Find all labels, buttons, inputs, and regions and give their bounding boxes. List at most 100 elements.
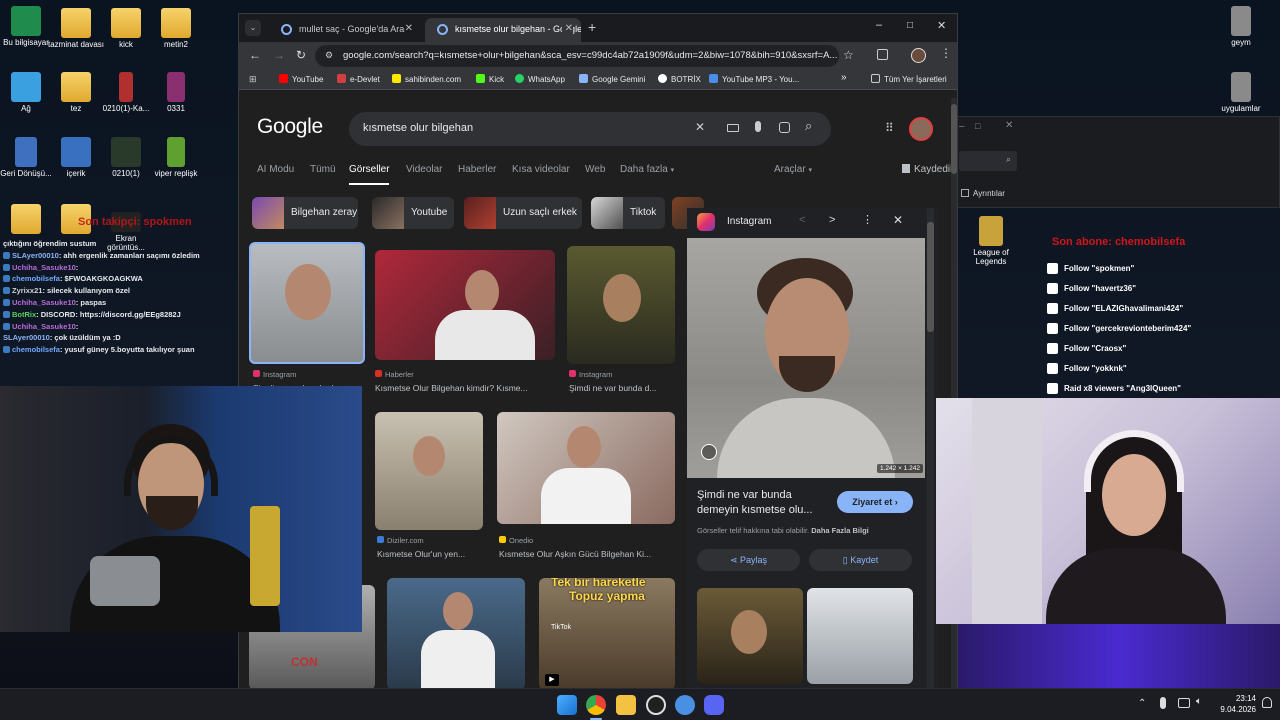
back-icon[interactable]: ← — [249, 48, 261, 62]
browser-menu-icon[interactable]: ⋮ — [940, 46, 952, 60]
prev-arrow-icon[interactable]: < — [799, 214, 805, 226]
bookmark-botrix[interactable]: BOTRİX — [658, 74, 701, 84]
nav-short-videos[interactable]: Kısa videolar — [512, 164, 570, 175]
desktop-icon-geym[interactable]: geym — [1211, 6, 1271, 48]
tab-kismetse[interactable]: kısmetse olur bilgehan - Google ✕ — [425, 18, 581, 42]
extensions-icon[interactable] — [877, 49, 888, 60]
window-maximize-icon[interactable]: □ — [907, 20, 913, 31]
tray-chevron-icon[interactable]: ⌃ — [1138, 698, 1146, 709]
window-minimize-icon[interactable]: – — [876, 19, 882, 31]
panel-menu-icon[interactable]: ⋮ — [862, 213, 873, 226]
related-image-1[interactable] — [697, 588, 803, 684]
bookmark-whatsapp[interactable]: WhatsApp — [515, 74, 565, 84]
nav-all[interactable]: Tümü — [310, 164, 336, 175]
next-arrow-icon[interactable]: > — [829, 214, 835, 226]
play-icon[interactable]: ▶ — [545, 674, 559, 686]
microphone-icon[interactable] — [755, 121, 761, 132]
google-logo[interactable]: Google — [257, 115, 323, 139]
all-bookmarks[interactable]: Tüm Yer İşaretleri — [871, 74, 947, 84]
result-image-2[interactable] — [375, 250, 555, 360]
bookmark-sahibinden[interactable]: sahibinden.com — [392, 74, 461, 84]
chrome-icon[interactable] — [586, 695, 606, 715]
bookmark-gemini[interactable]: Google Gemini — [579, 74, 645, 84]
result-image-7[interactable] — [387, 578, 525, 688]
nav-web[interactable]: Web — [585, 164, 605, 175]
close-tab-icon[interactable]: ✕ — [405, 23, 413, 34]
app-icon[interactable] — [675, 695, 695, 715]
scrollbar-thumb[interactable] — [927, 222, 934, 332]
apps-icon[interactable]: ⊞ — [249, 74, 257, 85]
clear-search-icon[interactable]: ✕ — [695, 120, 705, 134]
nav-news[interactable]: Haberler — [458, 164, 496, 175]
saved-button[interactable]: Kaydedilenler — [902, 164, 957, 175]
close-icon[interactable]: ✕ — [1005, 120, 1013, 131]
desktop-icon-uygulamlar[interactable]: uygulamlar — [1211, 72, 1271, 114]
tray-volume-icon[interactable]: 🔈︎ — [1196, 696, 1202, 707]
file-explorer-icon[interactable] — [616, 695, 636, 715]
tools-button[interactable]: Araçlar ▾ — [774, 164, 812, 175]
bookmark-youtube[interactable]: YouTube — [279, 74, 323, 84]
search-input[interactable]: kısmetse olur bilgehan ✕ ⌕ — [349, 112, 831, 146]
desktop-icon-lol[interactable]: League of Legends — [961, 216, 1021, 267]
tab-search-button[interactable]: ⌄ — [245, 20, 261, 36]
panel-scrollbar[interactable] — [927, 208, 934, 688]
result-image-5[interactable] — [497, 412, 675, 524]
chip-uzun-sacli[interactable]: Uzun saçlı erkek — [464, 197, 582, 229]
desktop-icon-0331[interactable]: 0331 — [146, 72, 206, 114]
nav-more[interactable]: Daha fazla ▾ — [620, 164, 674, 175]
tray-network-icon[interactable] — [1178, 698, 1190, 708]
address-bar[interactable]: ⚙ google.com/search?q=kısmetse+olur+bilg… — [315, 45, 839, 67]
close-tab-icon[interactable]: ✕ — [561, 23, 573, 34]
panel-close-icon[interactable]: ✕ — [893, 213, 903, 227]
tray-mic-icon[interactable] — [1160, 697, 1166, 709]
notification-bell-icon[interactable] — [1262, 697, 1272, 708]
panel-title[interactable]: Şimdi ne var bunda demeyin kısmetse olu.… — [697, 488, 827, 518]
profile-avatar[interactable] — [911, 48, 926, 63]
visit-button[interactable]: Ziyaret et › — [837, 491, 913, 513]
google-apps-icon[interactable]: ⠿ — [885, 121, 894, 135]
background-search-box[interactable]: ⌕ — [959, 151, 1017, 171]
obs-icon[interactable] — [646, 695, 666, 715]
chip-youtube[interactable]: Youtube — [372, 197, 454, 229]
nav-images[interactable]: Görseller — [349, 164, 390, 175]
tab-mullet[interactable]: mullet saç - Google'da Ara ✕ — [269, 18, 421, 42]
minimize-icon[interactable]: – — [959, 121, 965, 132]
account-avatar[interactable] — [909, 117, 933, 141]
more-info-link[interactable]: Daha Fazla Bilgi — [811, 526, 869, 535]
result-image-tiktok[interactable]: Tek bir hareketle Topuz yapma TikTok ▶ — [539, 578, 675, 688]
result-image-4[interactable] — [375, 412, 483, 530]
bookmark-ytmp3[interactable]: YouTube MP3 - You... — [709, 74, 799, 84]
lens-search-icon[interactable] — [701, 444, 717, 460]
details-toggle[interactable]: Ayrıntılar — [961, 189, 1005, 198]
nav-ai-mode[interactable]: AI Modu — [257, 164, 294, 175]
bookmark-edevlet[interactable]: e-Devlet — [337, 74, 380, 84]
scrollbar-thumb[interactable] — [951, 104, 957, 174]
window-close-icon[interactable]: ✕ — [937, 19, 946, 32]
panel-main-image[interactable]: 1.242 × 1.242 — [687, 238, 925, 478]
bookmark-kick[interactable]: Kick — [476, 74, 504, 84]
start-icon[interactable] — [557, 695, 577, 715]
search-icon[interactable]: ⌕ — [805, 118, 812, 134]
details-label: Ayrıntılar — [973, 189, 1005, 198]
share-button[interactable]: ⋖ Paylaş — [697, 549, 800, 571]
desktop-icon-viper[interactable]: viper replişk — [146, 137, 206, 179]
instagram-icon — [697, 213, 715, 231]
discord-icon[interactable] — [704, 695, 724, 715]
lens-icon[interactable] — [779, 122, 790, 133]
nav-videos[interactable]: Videolar — [406, 164, 443, 175]
new-tab-button[interactable]: + — [588, 19, 596, 35]
save-button[interactable]: ▯ Kaydet — [809, 549, 912, 571]
chip-tiktok[interactable]: Tiktok — [591, 197, 665, 229]
bookmark-star-icon[interactable]: ☆ — [843, 48, 854, 62]
maximize-icon[interactable]: □ — [975, 121, 980, 131]
related-image-2[interactable] — [807, 588, 913, 684]
forward-icon[interactable]: → — [273, 48, 285, 62]
desktop-icon-metin2[interactable]: metin2 — [146, 8, 206, 50]
result-image-3[interactable] — [567, 246, 675, 364]
keyboard-icon[interactable] — [727, 124, 739, 132]
bookmarks-overflow-button[interactable]: » — [841, 72, 847, 83]
result-image-1[interactable] — [249, 242, 365, 364]
reload-icon[interactable]: ↻ — [296, 48, 306, 62]
chip-bilgehan-zeray[interactable]: Bilgehan zeray — [252, 197, 358, 229]
clock[interactable]: 23:14 9.04.2026 — [1214, 693, 1256, 715]
